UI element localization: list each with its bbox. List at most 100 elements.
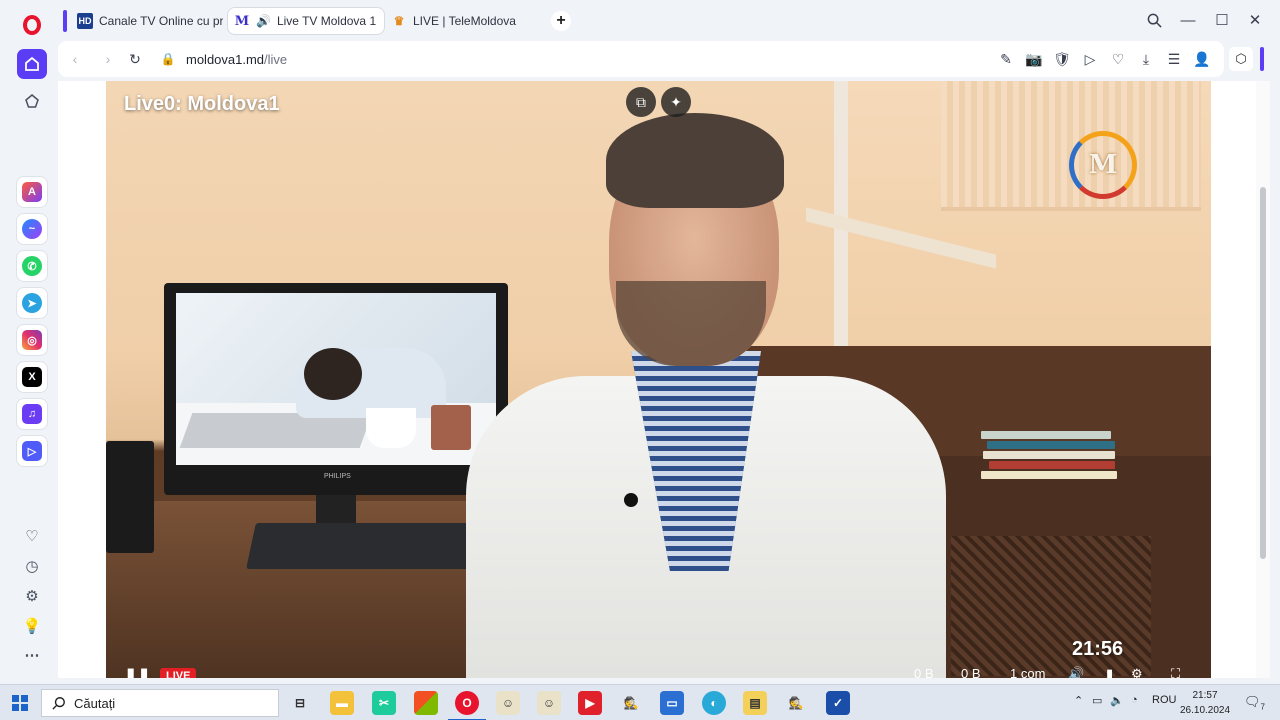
tab-live-tv-moldova1[interactable]: M 🔊 Live TV Moldova 1 xyxy=(228,8,384,34)
scroll-thumb[interactable] xyxy=(1260,187,1266,559)
new-tab-button[interactable]: + xyxy=(551,11,571,31)
search-icon xyxy=(52,697,65,710)
more-icon[interactable]: ⋯ xyxy=(22,645,42,665)
battery-icon[interactable]: ▭ xyxy=(1092,694,1102,707)
extensions-cube-icon[interactable]: ⬡ xyxy=(1229,47,1253,71)
minimize-button[interactable]: — xyxy=(1176,10,1200,30)
video-settings-gear-icon[interactable]: ⚙ xyxy=(1131,666,1143,678)
sidebar-whatsapp-button[interactable]: ✆ xyxy=(17,251,47,281)
sidebar-telegram-button[interactable]: ➤ xyxy=(17,288,47,318)
monitor-screen xyxy=(176,293,496,465)
tab-island-indicator xyxy=(63,10,67,32)
forward-button[interactable]: › xyxy=(99,50,117,68)
lock-icon[interactable]: 🔒 xyxy=(159,50,177,68)
back-button[interactable]: ‹ xyxy=(66,50,84,68)
home-icon xyxy=(25,56,39,71)
crown-favicon-icon: ♛ xyxy=(393,14,405,28)
book-stack xyxy=(981,431,1121,491)
notifications-icon[interactable]: 🗨7 xyxy=(1244,694,1265,712)
doctor-hair xyxy=(606,113,784,208)
downloads-icon[interactable]: ⤓ xyxy=(1137,50,1155,68)
notes-app-icon[interactable]: ▤ xyxy=(743,691,767,715)
camera-icon[interactable]: 📷 xyxy=(1025,50,1043,68)
shield-icon[interactable]: 🛡 xyxy=(1053,50,1071,68)
speaker-icon[interactable]: 🔊 xyxy=(256,14,271,28)
page-scrollbar[interactable] xyxy=(1256,81,1270,678)
agent-app-icon[interactable]: ☺ xyxy=(496,691,520,715)
sidebar-player-button[interactable]: ▷ xyxy=(17,436,47,466)
home-button[interactable] xyxy=(17,49,47,79)
broadcast-clock: 21:56 xyxy=(1072,638,1124,660)
url-field[interactable]: moldova1.md/live xyxy=(186,52,287,67)
x-icon: X xyxy=(22,367,42,387)
video-player[interactable]: PHILIPS Live0: Moldova1 ⧉ ✦ M 21:56 ❚❚ L… xyxy=(106,81,1211,678)
snipping-tool-icon[interactable]: ✂ xyxy=(372,691,396,715)
tab-telemoldova[interactable]: ♛ LIVE | TeleMoldova xyxy=(385,8,545,34)
network-icon[interactable]: ◔ xyxy=(1131,694,1138,706)
send-icon[interactable]: ▷ xyxy=(1081,50,1099,68)
incognito-2-icon[interactable]: 🕵 xyxy=(784,691,808,715)
pause-button[interactable]: ❚❚ xyxy=(124,666,151,678)
volume-tray-icon[interactable]: 🔈 xyxy=(1110,694,1124,707)
messenger-icon: ~ xyxy=(22,219,42,239)
opera-taskbar-icon[interactable]: O xyxy=(448,691,486,720)
speedtest-icon[interactable]: ◐ xyxy=(702,691,726,715)
taskbar-clock[interactable]: 21:57 26.10.2024 xyxy=(1180,688,1230,718)
reload-button[interactable]: ↻ xyxy=(126,50,144,68)
sidebar-messenger-button[interactable]: ~ xyxy=(17,214,47,244)
profile-icon[interactable]: 👤 xyxy=(1193,50,1211,68)
video-title: Live0: Moldova1 xyxy=(124,93,280,115)
file-explorer-icon[interactable]: ▬ xyxy=(330,691,354,715)
channel-logo-text: M xyxy=(1088,150,1118,180)
monitor-brand: PHILIPS xyxy=(324,473,351,480)
pinboard-icon[interactable] xyxy=(22,91,42,111)
favorites-heart-icon[interactable]: ♡ xyxy=(1109,50,1127,68)
history-icon[interactable]: ◷ xyxy=(22,556,42,576)
sidebar-toggle-pill[interactable] xyxy=(1260,47,1264,71)
easy-setup-icon[interactable]: ☰ xyxy=(1165,50,1183,68)
heart-icon[interactable]: ♡ xyxy=(22,526,42,546)
fullscreen-icon[interactable]: ⛶ xyxy=(1171,666,1180,678)
sidebar-music-button[interactable]: ♫ xyxy=(17,399,47,429)
sidebar-x-button[interactable]: X xyxy=(17,362,47,392)
clock-time: 21:57 xyxy=(1192,690,1218,701)
tab-search-icon[interactable] xyxy=(1142,10,1166,30)
live-badge[interactable]: LIVE xyxy=(160,668,197,678)
monitor-stand xyxy=(316,495,356,525)
opera-sidebar: A ~ ✆ ➤ ◎ X ♫ ▷ ♡ ◷ ⚙ 💡 ⋯ xyxy=(0,0,58,684)
sparkle-ai-icon[interactable]: ✦ xyxy=(661,87,691,117)
url-domain: moldova1.md xyxy=(186,52,265,67)
player-icon: ▷ xyxy=(22,441,42,461)
web-page: PHILIPS Live0: Moldova1 ⧉ ✦ M 21:56 ❚❚ L… xyxy=(58,81,1270,678)
language-indicator[interactable]: ROU xyxy=(1152,694,1176,706)
sidebar-aria-button[interactable]: A xyxy=(17,177,47,207)
sidebar-instagram-button[interactable]: ◎ xyxy=(17,325,47,355)
tab-label: Live TV Moldova 1 xyxy=(276,14,377,28)
opera-logo-icon[interactable] xyxy=(23,15,41,35)
tips-bulb-icon[interactable]: 💡 xyxy=(22,616,42,636)
hd-favicon-icon: HD xyxy=(77,13,93,29)
taskbar-search-box[interactable]: Căutați xyxy=(41,689,279,717)
tray-expand-icon[interactable]: ⌃ xyxy=(1074,694,1083,707)
stats-bars-icon[interactable]: ▮ xyxy=(1106,666,1113,678)
task-view-icon[interactable]: ⊟ xyxy=(288,691,312,715)
tab-canale-tv[interactable]: HD Canale TV Online cu progr xyxy=(71,8,223,34)
close-window-button[interactable]: ✕ xyxy=(1243,10,1267,30)
volume-icon[interactable]: 🔊 xyxy=(1068,666,1084,678)
settings-gear-icon[interactable]: ⚙ xyxy=(22,586,42,606)
lavalier-mic xyxy=(624,493,638,507)
edit-page-icon[interactable]: ✎ xyxy=(997,50,1015,68)
youtube-icon[interactable]: ▶ xyxy=(578,691,602,715)
shield-app-icon[interactable]: ✓ xyxy=(826,691,850,715)
agent-app-2-icon[interactable]: ☺ xyxy=(537,691,561,715)
stat-download: 0 B xyxy=(914,666,934,678)
clock-date: 26.10.2024 xyxy=(1180,705,1231,716)
maximize-button[interactable]: ☐ xyxy=(1210,10,1234,30)
windows-start-icon[interactable] xyxy=(12,695,28,711)
store-tiles-icon[interactable] xyxy=(414,691,438,715)
incognito-icon[interactable]: 🕵 xyxy=(619,691,643,715)
monitor-app-icon[interactable]: ▭ xyxy=(660,691,684,715)
tab-strip: HD Canale TV Online cu progr M 🔊 Live TV… xyxy=(58,0,1280,40)
picture-in-picture-icon[interactable]: ⧉ xyxy=(626,87,656,117)
keyboard xyxy=(246,523,486,569)
